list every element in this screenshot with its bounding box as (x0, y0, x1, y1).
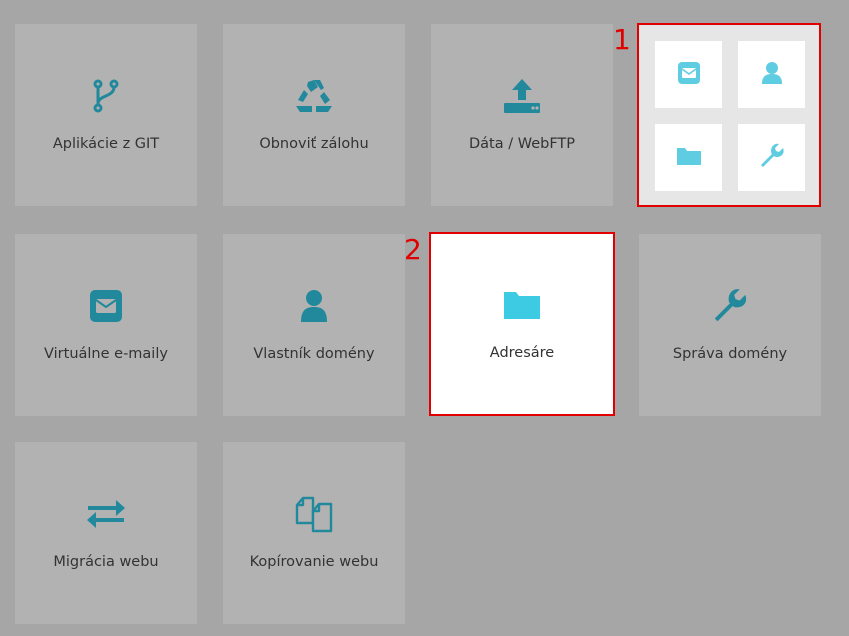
wrench-icon (759, 143, 785, 173)
folder-icon (676, 146, 702, 170)
user-icon (761, 61, 783, 89)
envelope-icon (677, 61, 701, 89)
tile-domain-management[interactable]: Správa domény (639, 234, 821, 416)
tile-virtual-emails[interactable]: Virtuálne e-maily (15, 234, 197, 416)
tile-git-apps[interactable]: Aplikácie z GIT (15, 24, 197, 206)
tile-label: Aplikácie z GIT (52, 136, 160, 152)
envelope-icon (15, 286, 197, 326)
tile-label: Kopírovanie webu (249, 554, 379, 570)
copy-files-icon (223, 494, 405, 534)
upload-icon (431, 76, 613, 116)
tile-label: Virtuálne e-maily (44, 346, 168, 362)
callout-number-2: 2 (404, 233, 422, 266)
tile-web-migration[interactable]: Migrácia webu (15, 442, 197, 624)
tile-data-webftp[interactable]: Dáta / WebFTP (431, 24, 613, 206)
tile-label: Vlastník domény (253, 346, 375, 362)
wrench-icon (639, 286, 821, 326)
widget-folder-button[interactable] (655, 124, 722, 191)
tile-label: Dáta / WebFTP (468, 136, 576, 152)
widget-wrench-button[interactable] (738, 124, 805, 191)
tile-restore-backup[interactable]: Obnoviť zálohu (223, 24, 405, 206)
tile-directories[interactable]: Adresáre (429, 232, 615, 416)
tile-label: Migrácia webu (53, 554, 159, 570)
user-icon (223, 286, 405, 326)
tile-domain-owner[interactable]: Vlastník domény (223, 234, 405, 416)
widget-email-button[interactable] (655, 41, 722, 108)
dashboard-grid: Aplikácie z GIT Obnoviť zálohu Dáta / We… (0, 0, 849, 636)
tile-web-copy[interactable]: Kopírovanie webu (223, 442, 405, 624)
callout-number-1: 1 (613, 23, 631, 56)
tile-label: Správa domény (672, 346, 788, 362)
tile-label: Obnoviť zálohu (259, 136, 369, 152)
tile-label: Adresáre (489, 345, 555, 361)
git-branch-icon (15, 76, 197, 116)
recycle-icon (223, 76, 405, 116)
widget-user-button[interactable] (738, 41, 805, 108)
folder-icon (430, 285, 614, 325)
quick-actions-widget (637, 23, 821, 207)
exchange-arrows-icon (15, 494, 197, 534)
